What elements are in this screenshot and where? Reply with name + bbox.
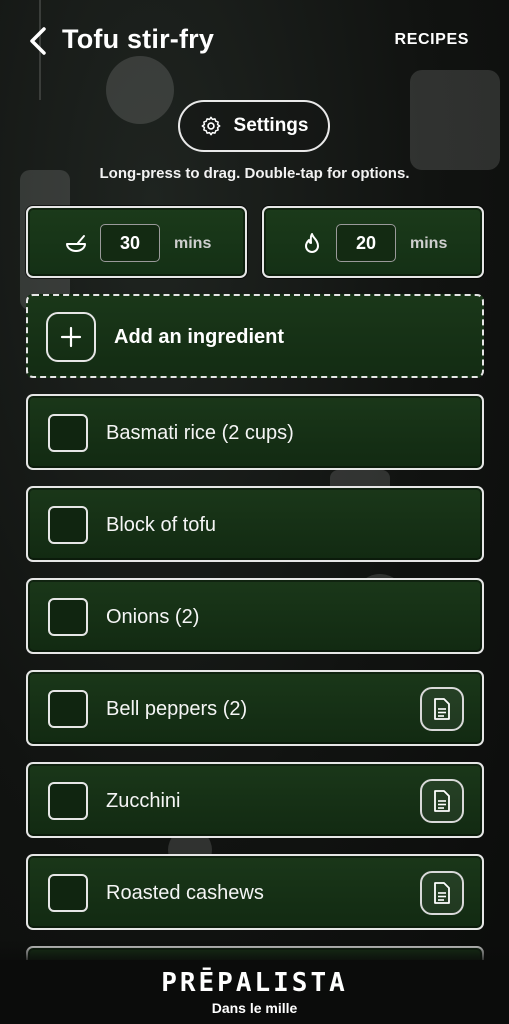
ingredient-label: Onions (2) xyxy=(106,606,200,628)
document-icon xyxy=(434,882,450,904)
back-button[interactable] xyxy=(22,22,54,60)
ingredient-label: Block of tofu xyxy=(106,514,217,536)
ingredient-item[interactable]: Roasted cashews xyxy=(26,854,484,930)
add-ingredient-label: Add an ingredient xyxy=(114,326,284,348)
ingredient-item[interactable]: Onions (2) xyxy=(26,578,484,654)
plus-icon xyxy=(46,312,96,362)
note-button[interactable] xyxy=(420,779,464,823)
cook-time-input[interactable]: 20 xyxy=(336,224,396,262)
chevron-left-icon xyxy=(30,27,46,55)
ingredient-item[interactable]: Zucchini xyxy=(26,762,484,838)
ingredient-checkbox[interactable] xyxy=(48,874,88,912)
ingredient-item[interactable]: Block of tofu xyxy=(26,486,484,562)
prep-time-input[interactable]: 30 xyxy=(100,224,160,262)
document-icon xyxy=(434,698,450,720)
ingredient-item[interactable]: Bell peppers (2) xyxy=(26,670,484,746)
settings-button[interactable]: Settings xyxy=(178,100,330,152)
ingredient-label: Basmati rice (2 cups) xyxy=(106,422,294,444)
flame-icon xyxy=(305,233,319,253)
app-header: Tofu stir-fry RECIPES xyxy=(0,0,509,84)
bowl-icon xyxy=(66,235,86,252)
prep-time-box: 30 mins xyxy=(26,206,247,278)
document-icon xyxy=(434,790,450,812)
brand-tagline: Dans le mille xyxy=(211,1000,298,1016)
brand-logo: PRĒPALISTA xyxy=(161,968,348,998)
ingredient-checkbox[interactable] xyxy=(48,414,88,452)
note-button[interactable] xyxy=(420,687,464,731)
cook-time-box: 20 mins xyxy=(262,206,484,278)
ingredient-label: Roasted cashews xyxy=(106,882,264,904)
ingredient-checkbox[interactable] xyxy=(48,506,88,544)
prep-time-unit: mins xyxy=(174,235,212,252)
ingredient-checkbox[interactable] xyxy=(48,782,88,820)
instruction-hint: Long-press to drag. Double-tap for optio… xyxy=(99,165,410,182)
ingredient-label: Zucchini xyxy=(106,790,181,812)
page-title: Tofu stir-fry xyxy=(62,24,215,54)
gear-icon xyxy=(201,116,220,136)
ingredient-item[interactable]: Basmati rice (2 cups) xyxy=(26,394,484,470)
ingredient-label: Bell peppers (2) xyxy=(106,698,248,720)
note-button[interactable] xyxy=(420,871,464,915)
recipes-link[interactable]: RECIPES xyxy=(395,31,469,49)
add-ingredient-button[interactable]: Add an ingredient xyxy=(26,294,484,378)
ingredient-checkbox[interactable] xyxy=(48,690,88,728)
settings-label: Settings xyxy=(233,115,309,136)
cook-time-unit: mins xyxy=(410,235,448,252)
ingredient-checkbox[interactable] xyxy=(48,598,88,636)
